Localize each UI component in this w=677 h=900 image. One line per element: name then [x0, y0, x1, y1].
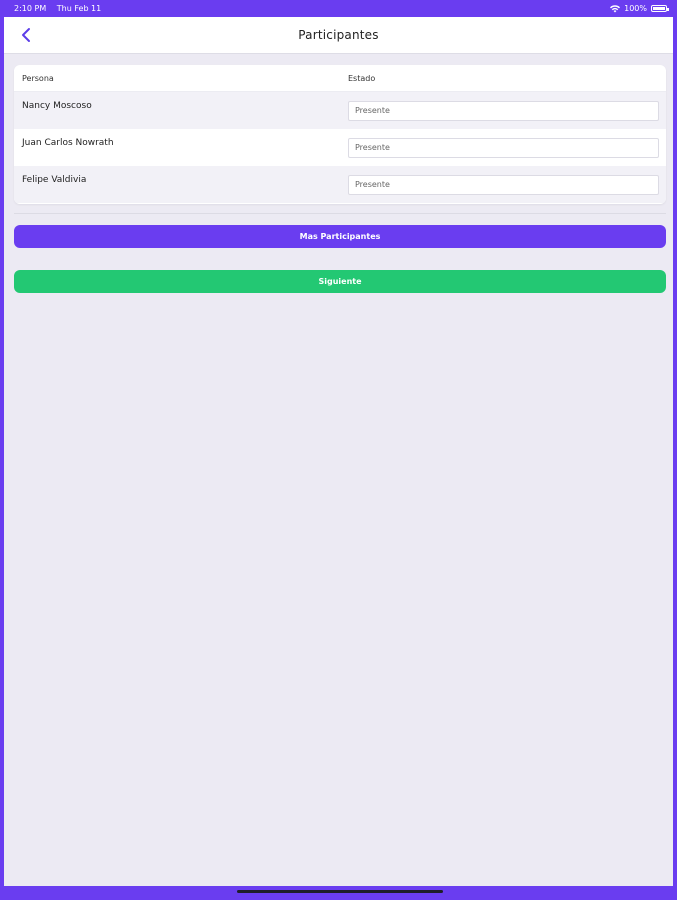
table-row: Felipe Valdivia Presente — [14, 166, 666, 203]
more-participants-button[interactable]: Mas Participantes — [14, 225, 666, 248]
estado-field[interactable]: Presente — [348, 100, 659, 121]
navigation-bar: Participantes — [4, 17, 673, 54]
table-row: Juan Carlos Nowrath Presente — [14, 129, 666, 166]
estado-field[interactable]: Presente — [348, 137, 659, 158]
chevron-left-icon[interactable] — [18, 26, 36, 44]
home-indicator[interactable] — [237, 890, 443, 893]
estado-field[interactable]: Presente — [348, 174, 659, 195]
status-right: 100% — [610, 4, 669, 13]
status-bar: 2:10 PM Thu Feb 11 100% — [0, 0, 677, 17]
participants-table: Persona Estado Nancy Moscoso Presente Ju… — [14, 65, 666, 204]
table-row: Nancy Moscoso Presente — [14, 92, 666, 129]
participant-name: Juan Carlos Nowrath — [22, 138, 114, 148]
battery-icon — [651, 5, 669, 12]
next-button[interactable]: Siguiente — [14, 270, 666, 293]
column-header-estado: Estado — [348, 73, 376, 83]
battery-percent: 100% — [624, 4, 647, 13]
table-header: Persona Estado — [14, 65, 666, 92]
section-divider — [14, 213, 666, 214]
status-time: 2:10 PM — [14, 4, 47, 13]
status-left: 2:10 PM Thu Feb 11 — [14, 4, 109, 13]
wifi-icon — [610, 4, 621, 12]
participant-name: Felipe Valdivia — [22, 175, 87, 185]
participant-name: Nancy Moscoso — [22, 101, 92, 111]
status-date: Thu Feb 11 — [56, 4, 102, 13]
bottom-bar — [0, 886, 677, 900]
column-header-persona: Persona — [22, 73, 54, 83]
page-title: Participantes — [298, 28, 379, 42]
